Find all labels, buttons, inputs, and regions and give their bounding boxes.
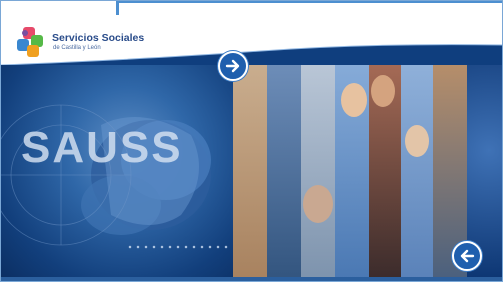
next-button[interactable] bbox=[218, 51, 248, 81]
banner-title: SAUSS bbox=[21, 123, 183, 172]
photo-strip-6 bbox=[401, 65, 433, 279]
previous-button[interactable] bbox=[452, 241, 482, 271]
page-frame: Servicios Sociales de Castilla y León SA… bbox=[0, 0, 503, 282]
logo-title: Servicios Sociales bbox=[52, 32, 145, 44]
photo-strip-1 bbox=[233, 65, 267, 279]
banner: SAUSS bbox=[1, 65, 502, 279]
photo-strip-2 bbox=[267, 65, 301, 279]
face-elderly-woman bbox=[303, 185, 333, 223]
face-child bbox=[405, 125, 429, 157]
top-accent-line bbox=[119, 1, 502, 5]
logo-subtitle: de Castilla y León bbox=[53, 45, 101, 51]
logo-puzzle-icon bbox=[17, 27, 43, 57]
logo[interactable]: Servicios Sociales de Castilla y León bbox=[15, 25, 145, 61]
banner-hands-panel: SAUSS bbox=[1, 65, 233, 279]
face-woman bbox=[341, 83, 367, 117]
bottom-bar bbox=[1, 277, 502, 281]
face-person bbox=[371, 75, 395, 107]
arrow-left-icon bbox=[460, 249, 475, 263]
photo-strip-3 bbox=[301, 65, 335, 279]
arrow-right-icon bbox=[225, 59, 240, 73]
dot-pattern bbox=[126, 243, 231, 251]
